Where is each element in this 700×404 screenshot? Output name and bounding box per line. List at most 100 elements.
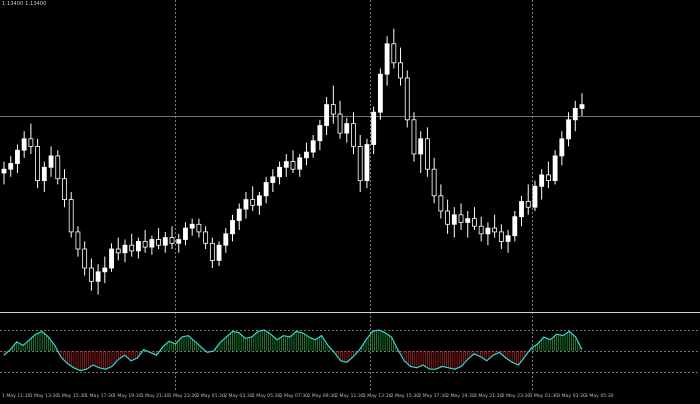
candle-body — [236, 208, 242, 221]
time-axis-label: 2 May 09:30 — [307, 393, 336, 399]
candle-body — [391, 43, 397, 64]
candle-body — [472, 218, 477, 227]
candle-body — [478, 225, 484, 235]
time-axis-label: 2 May 17:30 — [418, 393, 447, 399]
candle-body — [270, 176, 276, 183]
candle-body — [250, 199, 256, 206]
candle-body — [256, 195, 262, 206]
time-axis-label: 2 May 07:30 — [280, 393, 309, 399]
time-axis-label: 1 May 15:30 — [58, 393, 87, 399]
candle-body — [532, 185, 538, 208]
candle-body — [162, 237, 168, 246]
candle-body — [142, 240, 148, 248]
time-axis-label: 3 May 01:30 — [529, 393, 558, 399]
candle-body — [1, 168, 7, 174]
candle-body — [283, 161, 289, 168]
time-axis-label: 1 May 19:30 — [113, 393, 142, 399]
candle-body — [82, 248, 88, 269]
candle-body — [277, 166, 282, 178]
candle-body — [498, 231, 504, 242]
candle-body — [203, 231, 209, 244]
time-axis-label: 1 May 21:30 — [141, 393, 170, 399]
candle-body — [209, 242, 215, 261]
candle-body — [62, 178, 67, 200]
candle-body — [485, 227, 491, 235]
candle-body — [465, 218, 471, 223]
candle-body — [95, 271, 101, 282]
candle-body — [492, 227, 498, 233]
candle-body — [337, 113, 343, 134]
price-info-label: 1.13400 1.13400 — [2, 1, 47, 7]
candle-body — [129, 244, 135, 252]
candle-body — [230, 220, 235, 235]
candle-body — [156, 239, 161, 246]
candle-body — [223, 233, 229, 246]
candle-body — [377, 73, 383, 113]
candle-body — [324, 104, 330, 126]
candle-body — [411, 119, 417, 155]
time-axis-label: 2 May 13:30 — [363, 393, 392, 399]
trading-chart: 1 May 11:30 1 May 13:30 1 May 15:30 1 May 1… — [0, 0, 700, 400]
candle-body — [512, 216, 518, 237]
candle-body — [189, 223, 195, 229]
candle-body — [545, 174, 551, 181]
candle-body — [539, 174, 545, 187]
candle-body — [15, 149, 20, 164]
time-axis-label: 1 May 11:30 — [2, 393, 31, 399]
time-axis-label: 3 May 05:30 — [585, 393, 614, 399]
time-axis-label: 2 May 21:30 — [474, 393, 503, 399]
time-axis-label: 2 May 01:30 — [196, 393, 225, 399]
time-axis-label: 1 May 13:30 — [30, 393, 59, 399]
candle-body — [169, 237, 175, 244]
candle-body — [357, 145, 363, 181]
candle-body — [438, 195, 444, 212]
candle-body — [398, 62, 403, 79]
candle-body — [263, 182, 269, 197]
time-axis-label: 2 May 19:30 — [446, 393, 475, 399]
time-axis-label: 2 May 03:30 — [224, 393, 253, 399]
candle-body — [330, 104, 336, 115]
candle-body — [75, 231, 81, 250]
candle-body — [21, 138, 27, 151]
candle-body — [68, 199, 74, 233]
candle-body — [297, 157, 303, 170]
candle-body — [122, 244, 128, 254]
time-axis-label: 2 May 23:30 — [502, 393, 531, 399]
time-axis-label: 2 May 11:30 — [335, 393, 364, 399]
candle-body — [109, 248, 114, 269]
candle-body — [579, 104, 585, 109]
chart-canvas: 1 May 11:30 1 May 13:30 1 May 15:30 1 May 1… — [0, 0, 700, 399]
time-axis-label: 1 May 23:30 — [169, 393, 198, 399]
candle-body — [559, 138, 565, 157]
time-axis-label: 2 May 15:30 — [391, 393, 420, 399]
candle-body — [102, 267, 108, 273]
candle-body — [41, 166, 47, 182]
candle-body — [351, 123, 356, 147]
candle-body — [572, 108, 578, 121]
candle-body — [371, 111, 377, 145]
candle-body — [8, 163, 14, 170]
candle-body — [445, 210, 450, 225]
candle-body — [364, 144, 370, 181]
candle-body — [404, 77, 410, 121]
candle-body — [48, 155, 54, 168]
candle-body — [344, 123, 350, 134]
time-axis-label: 2 May 05:30 — [252, 393, 281, 399]
candle-body — [552, 155, 558, 181]
candle-body — [176, 239, 182, 244]
candle-body — [216, 244, 222, 261]
candle-body — [317, 125, 323, 142]
candle-body — [136, 240, 141, 252]
candle-body — [458, 214, 464, 223]
candle-body — [88, 267, 94, 282]
candle-body — [149, 239, 155, 248]
candle-body — [519, 201, 524, 218]
candle-body — [431, 168, 437, 197]
candle-body — [505, 235, 511, 242]
time-axis-label: 3 May 03:30 — [557, 393, 586, 399]
candle-body — [183, 227, 188, 240]
candle-body — [196, 223, 202, 233]
candle-body — [290, 161, 296, 170]
candle-body — [243, 199, 249, 210]
candle-body — [566, 119, 571, 140]
